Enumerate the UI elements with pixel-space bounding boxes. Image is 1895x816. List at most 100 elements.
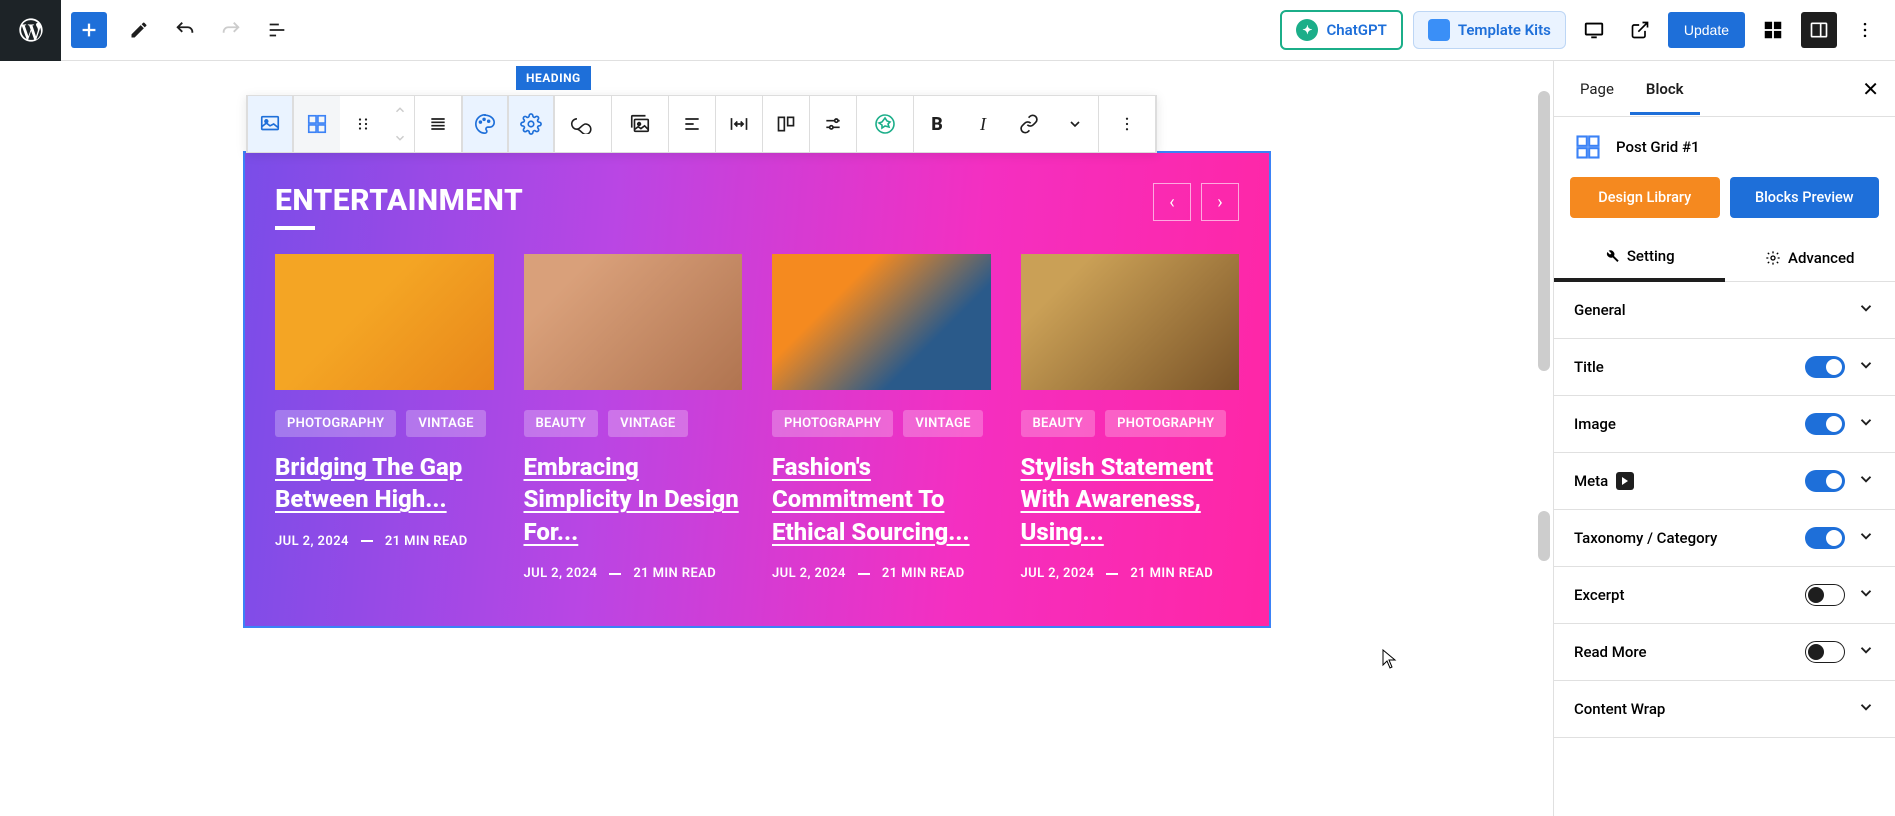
toggle-image[interactable] <box>1805 413 1845 435</box>
image-stack-icon[interactable] <box>612 96 668 152</box>
post-thumbnail[interactable] <box>275 254 494 390</box>
row-excerpt[interactable]: Excerpt <box>1554 567 1895 623</box>
design-library-button[interactable]: Design Library <box>1570 177 1720 218</box>
post-category-tag[interactable]: PHOTOGRAPHY <box>1105 410 1226 437</box>
post-grid-block[interactable]: ENTERTAINMENT ‹ › PHOTOGRAPHY VINTAGE Brid… <box>243 151 1271 628</box>
post-category-tag[interactable]: VINTAGE <box>406 410 485 437</box>
post-category-tag[interactable]: BEAUTY <box>1021 410 1096 437</box>
row-image[interactable]: Image <box>1554 396 1895 452</box>
loop-icon[interactable] <box>555 96 611 152</box>
block-type-icon[interactable] <box>247 96 293 152</box>
post-category-tag[interactable]: PHOTOGRAPHY <box>772 410 893 437</box>
post-read-time: 21 MIN READ <box>1130 566 1213 581</box>
parent-block-icon[interactable] <box>294 96 340 152</box>
toggle-meta[interactable] <box>1805 470 1845 492</box>
add-block-button[interactable] <box>71 12 107 48</box>
columns-icon[interactable] <box>763 96 809 152</box>
post-title-link[interactable]: Embracing Simplicity In Design For... <box>524 451 743 548</box>
move-down-icon[interactable] <box>393 124 407 152</box>
external-preview-icon[interactable] <box>1622 12 1658 48</box>
post-meta: JUL 2, 202421 MIN READ <box>1021 566 1240 581</box>
row-general[interactable]: General <box>1554 282 1895 338</box>
section-title[interactable]: ENTERTAINMENT <box>275 183 523 230</box>
close-sidebar-icon[interactable]: ✕ <box>1856 71 1885 107</box>
sliders-icon[interactable] <box>810 96 856 152</box>
post-title-link[interactable]: Fashion's Commitment To Ethical Sourcing… <box>772 451 991 548</box>
template-kits-button[interactable]: Template Kits <box>1413 11 1566 49</box>
chevron-down-icon <box>1857 470 1875 492</box>
update-button[interactable]: Update <box>1668 12 1745 48</box>
jetpack-icon[interactable] <box>1755 12 1791 48</box>
post-thumbnail[interactable] <box>772 254 991 390</box>
block-options-icon[interactable] <box>1099 96 1155 152</box>
heading-type-tag: HEADING <box>516 66 591 90</box>
ai-icon[interactable] <box>857 96 913 152</box>
text-align-icon[interactable] <box>669 96 715 152</box>
bold-icon[interactable]: B <box>914 96 960 152</box>
post-thumbnail[interactable] <box>524 254 743 390</box>
italic-icon[interactable]: I <box>960 96 1006 152</box>
color-palette-icon[interactable] <box>462 96 508 152</box>
settings-gear-icon[interactable] <box>508 96 554 152</box>
editor-canvas[interactable]: HEADING <box>0 61 1553 816</box>
template-kits-label: Template Kits <box>1458 21 1551 39</box>
chevron-down-icon <box>1857 527 1875 549</box>
link-icon[interactable] <box>1006 96 1052 152</box>
post-card: PHOTOGRAPHY VINTAGE Fashion's Commitment T… <box>772 254 991 581</box>
subtab-setting[interactable]: Setting <box>1554 234 1725 282</box>
row-readmore[interactable]: Read More <box>1554 624 1895 680</box>
canvas-scrollbar[interactable] <box>1535 61 1553 816</box>
post-category-tag[interactable]: VINTAGE <box>608 410 687 437</box>
tab-page[interactable]: Page <box>1564 64 1630 114</box>
post-read-time: 21 MIN READ <box>385 534 468 549</box>
tab-block[interactable]: Block <box>1630 64 1700 115</box>
wrench-icon <box>1604 248 1620 264</box>
carousel-prev-button[interactable]: ‹ <box>1153 183 1191 221</box>
row-meta[interactable]: Meta <box>1554 453 1895 509</box>
wordpress-logo[interactable] <box>0 0 61 61</box>
more-formatting-icon[interactable] <box>1052 96 1098 152</box>
edit-tool-icon[interactable] <box>121 12 157 48</box>
post-thumbnail[interactable] <box>1021 254 1240 390</box>
post-category-tag[interactable]: BEAUTY <box>524 410 599 437</box>
subtab-advanced[interactable]: Advanced <box>1725 234 1895 281</box>
post-category-tag[interactable]: VINTAGE <box>903 410 982 437</box>
row-contentwrap[interactable]: Content Wrap <box>1554 681 1895 737</box>
post-title-link[interactable]: Bridging The Gap Between High... <box>275 451 494 516</box>
post-card: PHOTOGRAPHY VINTAGE Bridging The Gap Betwe… <box>275 254 494 581</box>
chatgpt-label: ChatGPT <box>1326 21 1386 39</box>
meta-separator <box>609 573 621 575</box>
width-icon[interactable] <box>716 96 762 152</box>
post-meta: JUL 2, 202421 MIN READ <box>275 534 494 549</box>
meta-separator <box>361 540 373 542</box>
settings-sidebar-toggle-icon[interactable] <box>1801 12 1837 48</box>
toggle-taxonomy[interactable] <box>1805 527 1845 549</box>
settings-sidebar: Page Block ✕ Post Grid #1 Design Library… <box>1553 61 1895 816</box>
chevron-down-icon <box>1857 299 1875 321</box>
gear-icon <box>1765 250 1781 266</box>
post-read-time: 21 MIN READ <box>882 566 965 581</box>
document-outline-icon[interactable] <box>259 12 295 48</box>
responsive-preview-icon[interactable] <box>1576 12 1612 48</box>
post-title-link[interactable]: Stylish Statement With Awareness, Using.… <box>1021 451 1240 548</box>
toggle-excerpt[interactable] <box>1805 584 1845 606</box>
more-options-icon[interactable] <box>1847 12 1883 48</box>
align-icon[interactable] <box>415 96 461 152</box>
chatgpt-button[interactable]: ✦ ChatGPT <box>1280 10 1402 50</box>
post-category-tag[interactable]: PHOTOGRAPHY <box>275 410 396 437</box>
editor-topbar: ✦ ChatGPT Template Kits Update <box>0 0 1895 61</box>
meta-video-icon <box>1616 472 1634 490</box>
toggle-title[interactable] <box>1805 356 1845 378</box>
post-grid-block-icon <box>1574 133 1602 161</box>
chevron-down-icon <box>1857 413 1875 435</box>
post-date: JUL 2, 2024 <box>772 566 846 581</box>
move-up-icon[interactable] <box>393 96 407 124</box>
drag-handle-icon[interactable] <box>340 96 386 152</box>
carousel-next-button[interactable]: › <box>1201 183 1239 221</box>
toggle-readmore[interactable] <box>1805 641 1845 663</box>
row-title[interactable]: Title <box>1554 339 1895 395</box>
undo-icon[interactable] <box>167 12 203 48</box>
meta-separator <box>858 573 870 575</box>
row-taxonomy[interactable]: Taxonomy / Category <box>1554 510 1895 566</box>
blocks-preview-button[interactable]: Blocks Preview <box>1730 177 1880 218</box>
